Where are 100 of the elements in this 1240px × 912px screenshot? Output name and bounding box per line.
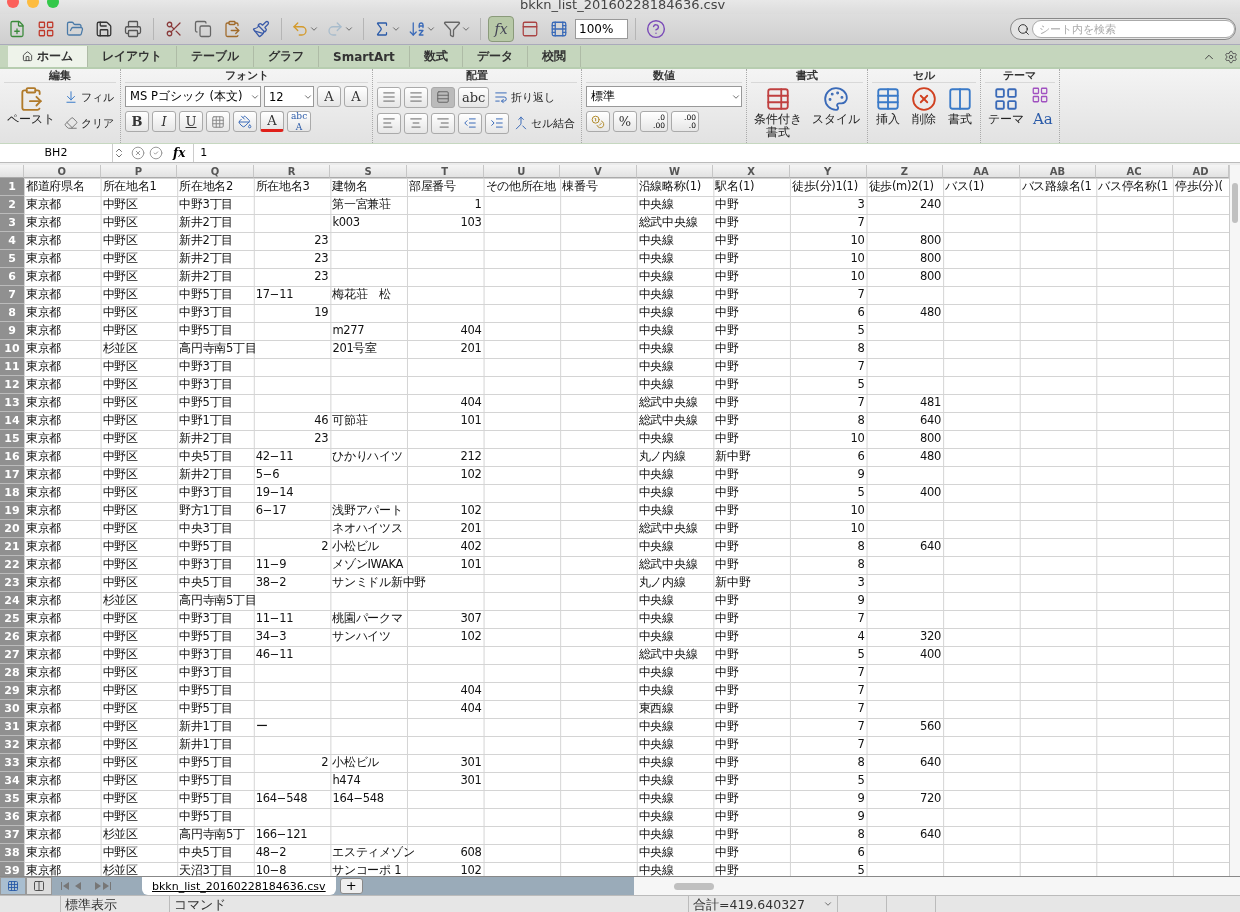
align-left-button[interactable] bbox=[377, 112, 401, 134]
columns-icon[interactable] bbox=[947, 86, 973, 112]
row-header[interactable]: 16 bbox=[0, 448, 24, 466]
indent-button[interactable] bbox=[485, 112, 509, 134]
row-header[interactable]: 22 bbox=[0, 556, 24, 574]
settings-icon[interactable] bbox=[1224, 49, 1238, 64]
font-name-field[interactable]: MS Pゴシック (本文) bbox=[125, 86, 261, 107]
conditional-format-button[interactable]: 条件付き 書式 bbox=[751, 86, 805, 143]
align-right-button[interactable] bbox=[431, 112, 455, 134]
name-box[interactable]: BH2 bbox=[0, 144, 113, 162]
column-header[interactable]: U bbox=[483, 165, 561, 178]
colors-icon[interactable] bbox=[1031, 86, 1049, 104]
row-header[interactable]: 1 bbox=[0, 178, 24, 196]
wrap-button[interactable]: 折り返し bbox=[492, 86, 558, 108]
font-color-button[interactable]: A bbox=[260, 111, 284, 132]
row-header[interactable]: 32 bbox=[0, 736, 24, 754]
row-header[interactable]: 15 bbox=[0, 430, 24, 448]
paint-bucket-icon[interactable] bbox=[238, 114, 252, 129]
row-header[interactable]: 11 bbox=[0, 358, 24, 376]
themes-button[interactable]: テーマ bbox=[985, 86, 1027, 143]
row-header[interactable]: 38 bbox=[0, 844, 24, 862]
eraser-icon[interactable] bbox=[64, 116, 78, 130]
row-header[interactable]: 10 bbox=[0, 340, 24, 358]
column-header[interactable]: P bbox=[100, 165, 178, 178]
row-header[interactable]: 34 bbox=[0, 772, 24, 790]
formula-builder-button[interactable]: fx bbox=[488, 16, 514, 42]
align-icon[interactable] bbox=[409, 90, 423, 104]
column-header[interactable]: Z bbox=[866, 165, 944, 178]
format-button[interactable]: 書式 bbox=[944, 86, 976, 143]
caret-icon[interactable] bbox=[823, 899, 833, 909]
fill-color-button[interactable] bbox=[233, 111, 257, 132]
caret-icon[interactable] bbox=[426, 24, 436, 34]
theme-icon[interactable] bbox=[993, 86, 1019, 112]
outdent-icon[interactable] bbox=[463, 116, 477, 130]
styles-button[interactable]: スタイル bbox=[809, 86, 863, 143]
row-header[interactable]: 12 bbox=[0, 376, 24, 394]
stepper-icon[interactable] bbox=[113, 147, 125, 159]
row-header[interactable]: 31 bbox=[0, 718, 24, 736]
align-center-icon[interactable] bbox=[409, 116, 423, 130]
table-icon[interactable] bbox=[875, 86, 901, 112]
column-header[interactable]: Y bbox=[789, 165, 867, 178]
add-sheet-button[interactable]: + bbox=[339, 878, 363, 894]
column-header[interactable]: T bbox=[406, 165, 484, 178]
column-header[interactable]: AD bbox=[1172, 165, 1229, 178]
caret-icon[interactable] bbox=[309, 24, 319, 34]
sheet-tab[interactable]: bkkn_list_20160228184636.csv bbox=[142, 877, 336, 895]
filter-icon[interactable] bbox=[443, 20, 461, 38]
borders-button[interactable] bbox=[206, 111, 230, 132]
merge-button[interactable]: セル結合 bbox=[512, 112, 577, 134]
paste-button[interactable]: ペースト bbox=[4, 86, 58, 143]
align-left-icon[interactable] bbox=[382, 116, 396, 130]
column-header[interactable]: O bbox=[24, 165, 101, 178]
sheet-nav-icon[interactable] bbox=[61, 882, 111, 890]
clipboard-icon[interactable] bbox=[18, 86, 44, 112]
align-icon[interactable] bbox=[382, 90, 396, 104]
select-all-corner[interactable] bbox=[0, 165, 24, 178]
align-icon[interactable] bbox=[436, 90, 450, 104]
row-header[interactable]: 23 bbox=[0, 574, 24, 592]
row-header[interactable]: 26 bbox=[0, 628, 24, 646]
font-size-field[interactable]: 12 bbox=[264, 86, 314, 107]
column-header[interactable]: X bbox=[713, 165, 790, 178]
sort-icon[interactable] bbox=[408, 20, 426, 38]
ribbon-tab[interactable]: ホーム bbox=[8, 46, 88, 67]
underline-button[interactable]: U bbox=[179, 111, 203, 132]
row-header[interactable]: 2 bbox=[0, 196, 24, 214]
zoom-field[interactable]: 100% bbox=[575, 19, 628, 39]
caret-icon[interactable] bbox=[391, 24, 401, 34]
align-middle-button[interactable] bbox=[404, 86, 428, 108]
grow-font-button[interactable]: A bbox=[317, 86, 341, 107]
indent-icon[interactable] bbox=[490, 116, 504, 130]
row-header[interactable]: 37 bbox=[0, 826, 24, 844]
align-center-button[interactable] bbox=[404, 112, 428, 134]
percent-button[interactable]: % bbox=[613, 111, 637, 132]
row-header[interactable]: 39 bbox=[0, 862, 24, 876]
column-header[interactable]: AA bbox=[943, 165, 1020, 178]
column-header[interactable]: R bbox=[253, 165, 331, 178]
orientation-button[interactable]: abc bbox=[458, 86, 490, 108]
currency-button[interactable] bbox=[586, 111, 610, 132]
row-header[interactable]: 9 bbox=[0, 322, 24, 340]
row-header[interactable]: 5 bbox=[0, 250, 24, 268]
align-right-icon[interactable] bbox=[436, 116, 450, 130]
align-bottom-button[interactable] bbox=[431, 86, 455, 108]
row-header[interactable]: 20 bbox=[0, 520, 24, 538]
fill-button[interactable]: フィル bbox=[62, 86, 116, 108]
row-header[interactable]: 18 bbox=[0, 484, 24, 502]
row-header[interactable]: 4 bbox=[0, 232, 24, 250]
row-header[interactable]: 35 bbox=[0, 790, 24, 808]
row-header[interactable]: 29 bbox=[0, 682, 24, 700]
number-format-field[interactable]: 標準 bbox=[586, 86, 742, 107]
table-icon[interactable] bbox=[765, 86, 791, 112]
delete-icon[interactable] bbox=[911, 86, 937, 112]
outdent-button[interactable] bbox=[458, 112, 482, 134]
column-header[interactable]: S bbox=[330, 165, 407, 178]
bold-button[interactable]: B bbox=[125, 111, 149, 132]
insert-button[interactable]: 挿入 bbox=[872, 86, 904, 143]
row-header[interactable]: 8 bbox=[0, 304, 24, 322]
merge-icon[interactable] bbox=[514, 116, 528, 130]
row-header[interactable]: 27 bbox=[0, 646, 24, 664]
caret-icon[interactable] bbox=[461, 24, 471, 34]
row-header[interactable]: 19 bbox=[0, 502, 24, 520]
